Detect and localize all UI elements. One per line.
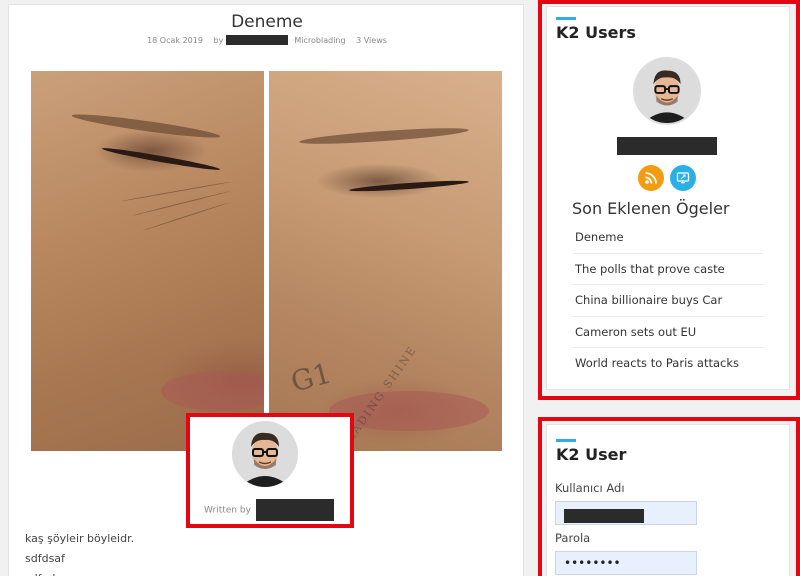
recent-items-list: Deneme The polls that prove caste China … bbox=[573, 222, 763, 380]
redacted-author-name bbox=[255, 499, 334, 521]
recent-items-title: Son Eklenen Ögeler bbox=[572, 199, 730, 218]
author-avatar[interactable] bbox=[232, 421, 298, 487]
body-line: kaş şöyleir böyleidr. bbox=[25, 532, 135, 545]
k2-users-widget: K2 Users Son Eklenen Ögeler Deneme The p… bbox=[546, 6, 790, 390]
list-item[interactable]: World reacts to Paris attacks bbox=[573, 348, 763, 380]
article-title[interactable]: Deneme bbox=[9, 12, 525, 32]
user-avatar[interactable] bbox=[633, 57, 701, 125]
avatar-person-icon bbox=[635, 59, 699, 123]
list-item[interactable]: China billionaire buys Car bbox=[573, 285, 763, 317]
written-by-label: Written by bbox=[204, 505, 251, 516]
body-line: sdfads bbox=[25, 569, 134, 576]
by-label: by bbox=[213, 35, 224, 45]
article-category[interactable]: Microblading bbox=[294, 36, 345, 45]
list-item[interactable]: The polls that prove caste bbox=[573, 254, 763, 286]
k2-user-login-widget: K2 User Kullanıcı Adı Parola •••••••• bbox=[546, 424, 790, 576]
password-field[interactable]: •••••••• bbox=[555, 551, 697, 575]
redacted-username bbox=[564, 508, 644, 523]
title-accent bbox=[556, 17, 576, 20]
username-field[interactable] bbox=[555, 501, 697, 525]
article-body: kaş şöyleir böyleidr. sdfdsaf sdfads bbox=[25, 529, 134, 576]
widget-title: K2 Users bbox=[556, 23, 636, 42]
rss-icon[interactable] bbox=[638, 165, 664, 191]
article-views: 3 Views bbox=[356, 35, 387, 45]
article-date: 18 Ocak 2019 bbox=[147, 35, 203, 45]
written-by: Written by bbox=[204, 499, 334, 521]
article-meta: 18 Ocak 2019 by Microblading 3 Views bbox=[9, 35, 525, 45]
author-box: Written by bbox=[186, 413, 354, 528]
list-item[interactable]: Cameron sets out EU bbox=[573, 317, 763, 349]
after-photo: G1 BLADING SHINE bbox=[269, 71, 502, 451]
website-icon[interactable] bbox=[670, 165, 696, 191]
widget-title: K2 User bbox=[556, 445, 627, 464]
username-label: Kullanıcı Adı bbox=[555, 481, 625, 495]
page: Deneme 18 Ocak 2019 by Microblading 3 Vi… bbox=[0, 0, 800, 576]
watermark-logo: G1 bbox=[287, 356, 335, 399]
password-label: Parola bbox=[555, 531, 591, 545]
body-line: sdfdsaf bbox=[25, 552, 65, 565]
title-accent bbox=[556, 439, 576, 442]
redacted-user-name bbox=[617, 137, 717, 155]
list-item[interactable]: Deneme bbox=[573, 222, 763, 254]
avatar-person-icon bbox=[232, 421, 298, 487]
before-photo bbox=[31, 71, 264, 451]
redacted-author-name bbox=[225, 35, 288, 45]
